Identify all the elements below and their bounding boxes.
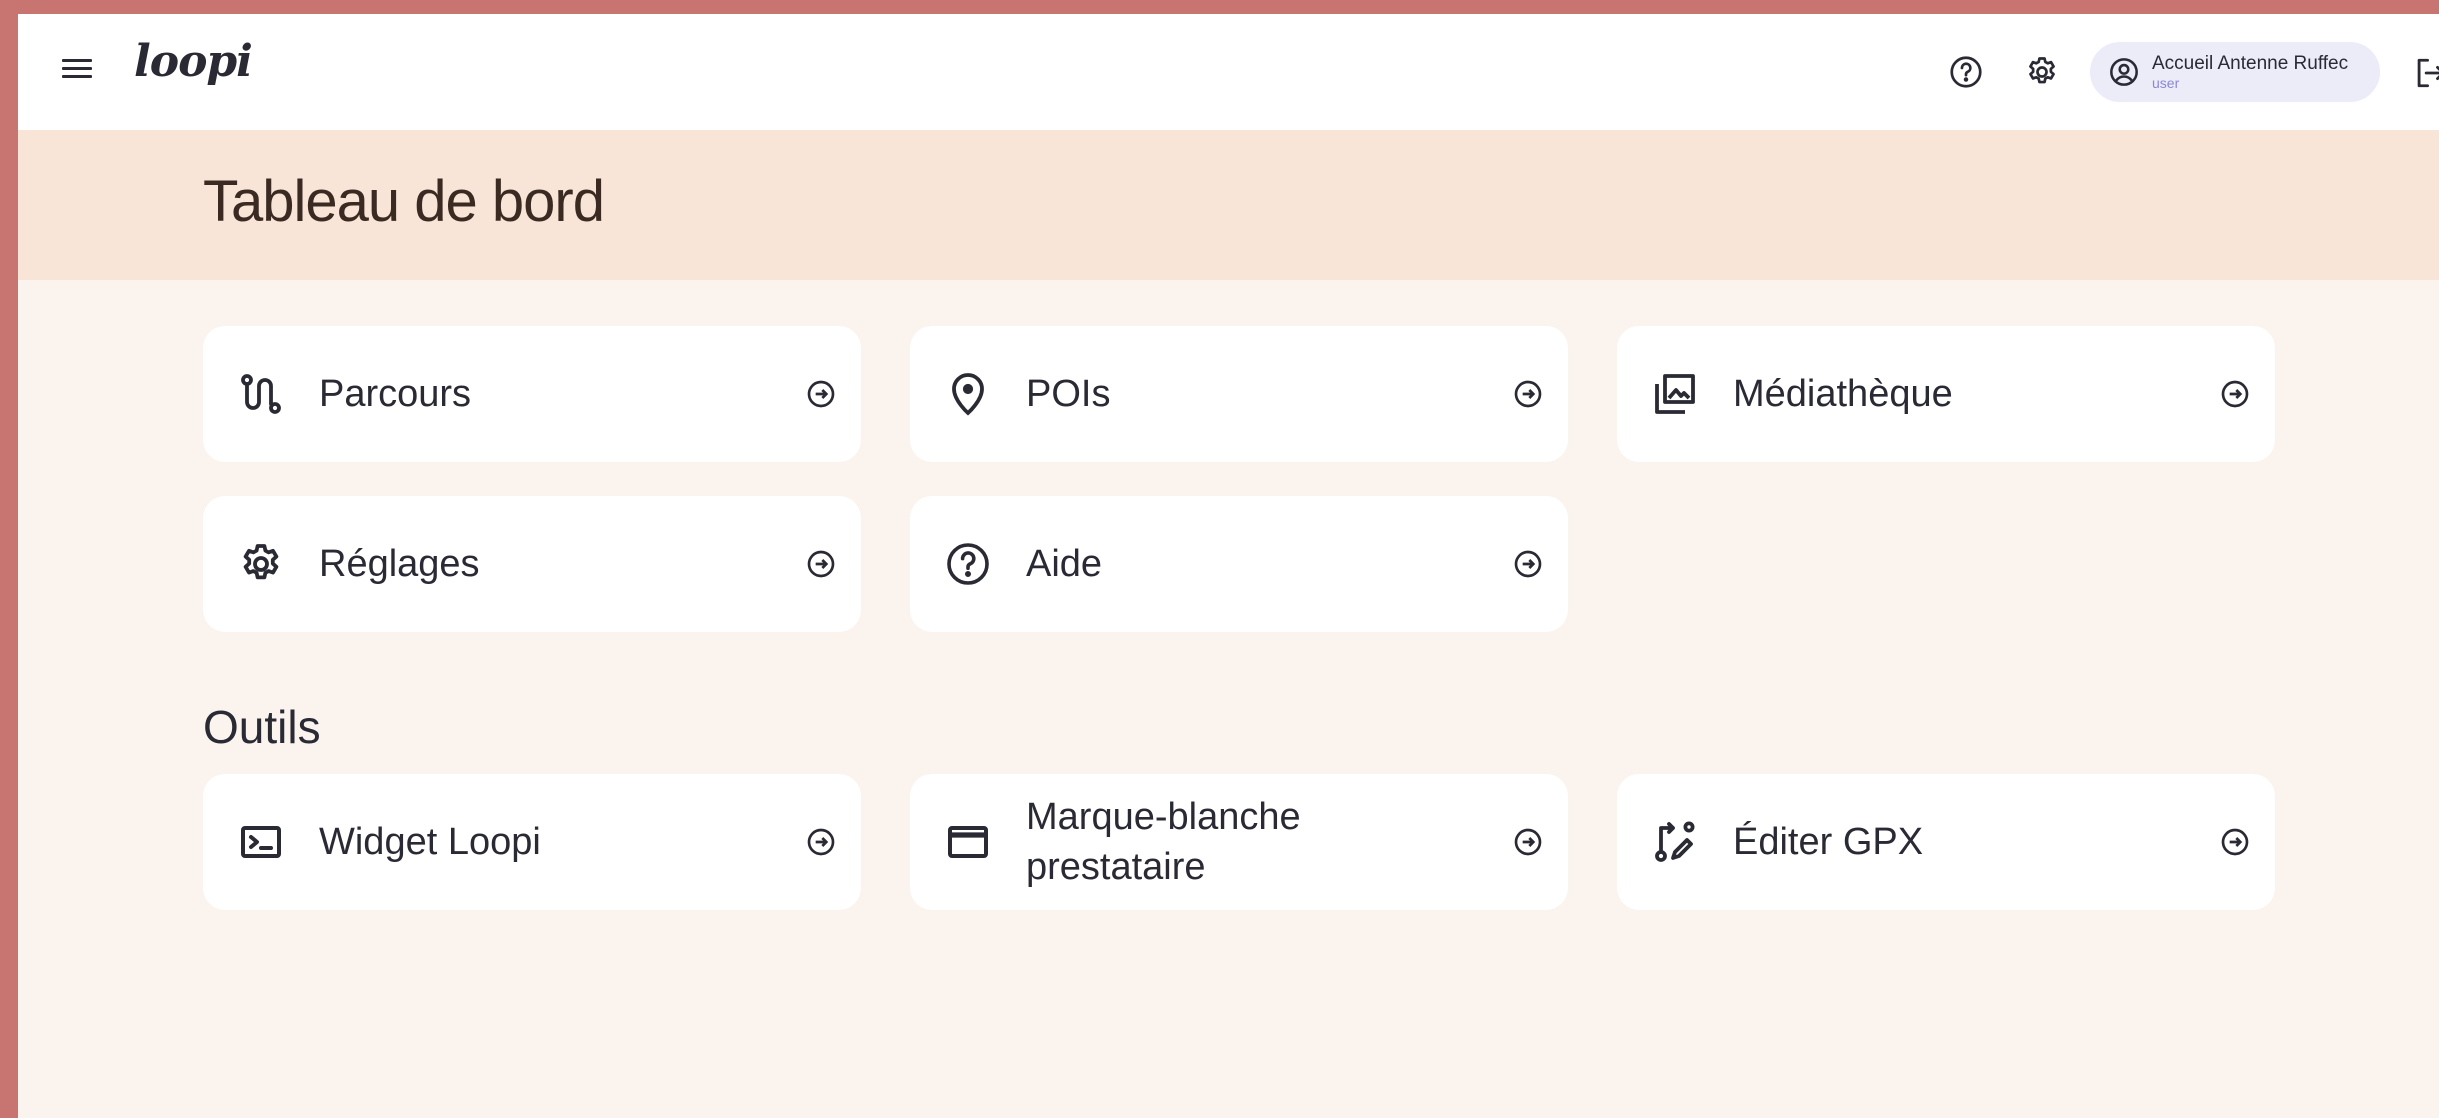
menu-icon[interactable] xyxy=(62,59,92,83)
section-title-outils: Outils xyxy=(203,701,321,753)
photo-library-icon xyxy=(1651,370,1699,418)
card-label: Parcours xyxy=(319,373,472,415)
terminal-icon xyxy=(237,818,285,866)
logout-icon[interactable] xyxy=(2414,56,2439,90)
arrow-right-circle-icon xyxy=(1512,826,1544,858)
card-widget-loopi[interactable]: Widget Loopi xyxy=(203,774,861,910)
arrow-right-circle-icon xyxy=(1512,378,1544,410)
top-bar: loopi Accueil Antenne Ruffec user xyxy=(18,14,2439,130)
arrow-right-circle-icon xyxy=(805,548,837,580)
card-label: POIs xyxy=(1026,373,1111,415)
card-label: Widget Loopi xyxy=(319,821,541,863)
card-pois[interactable]: POIs xyxy=(910,326,1568,462)
user-avatar-icon xyxy=(2108,56,2140,88)
card-aide[interactable]: Aide xyxy=(910,496,1568,632)
route-edit-icon xyxy=(1651,818,1699,866)
settings-icon[interactable] xyxy=(2024,54,2060,90)
app-window: loopi Accueil Antenne Ruffec user Tablea… xyxy=(18,14,2439,1118)
card-label: Éditer GPX xyxy=(1733,821,1924,863)
card-label: Réglages xyxy=(319,543,480,585)
card-parcours[interactable]: Parcours xyxy=(203,326,861,462)
user-role: user xyxy=(2152,75,2180,91)
help-icon[interactable] xyxy=(1948,54,1984,90)
arrow-right-circle-icon xyxy=(2219,378,2251,410)
route-icon xyxy=(237,370,285,418)
user-menu[interactable]: Accueil Antenne Ruffec user xyxy=(2090,42,2380,102)
arrow-right-circle-icon xyxy=(1512,548,1544,580)
app-logo[interactable]: loopi xyxy=(134,36,253,87)
arrow-right-circle-icon xyxy=(805,378,837,410)
arrow-right-circle-icon xyxy=(805,826,837,858)
page-header: Tableau de bord xyxy=(18,130,2439,280)
card-marque-blanche[interactable]: Marque-blanche prestataire xyxy=(910,774,1568,910)
user-name: Accueil Antenne Ruffec xyxy=(2152,53,2349,74)
arrow-right-circle-icon xyxy=(2219,826,2251,858)
browser-window-icon xyxy=(944,818,992,866)
card-reglages[interactable]: Réglages xyxy=(203,496,861,632)
card-label: Marque-blanche prestataire xyxy=(1026,796,1301,888)
gear-icon xyxy=(237,540,285,588)
help-circle-icon xyxy=(944,540,992,588)
card-label: Médiathèque xyxy=(1733,373,1953,415)
map-pin-icon xyxy=(944,370,992,418)
card-mediatheque[interactable]: Médiathèque xyxy=(1617,326,2275,462)
card-label: Aide xyxy=(1026,543,1103,585)
page-title: Tableau de bord xyxy=(203,169,605,234)
card-editer-gpx[interactable]: Éditer GPX xyxy=(1617,774,2275,910)
